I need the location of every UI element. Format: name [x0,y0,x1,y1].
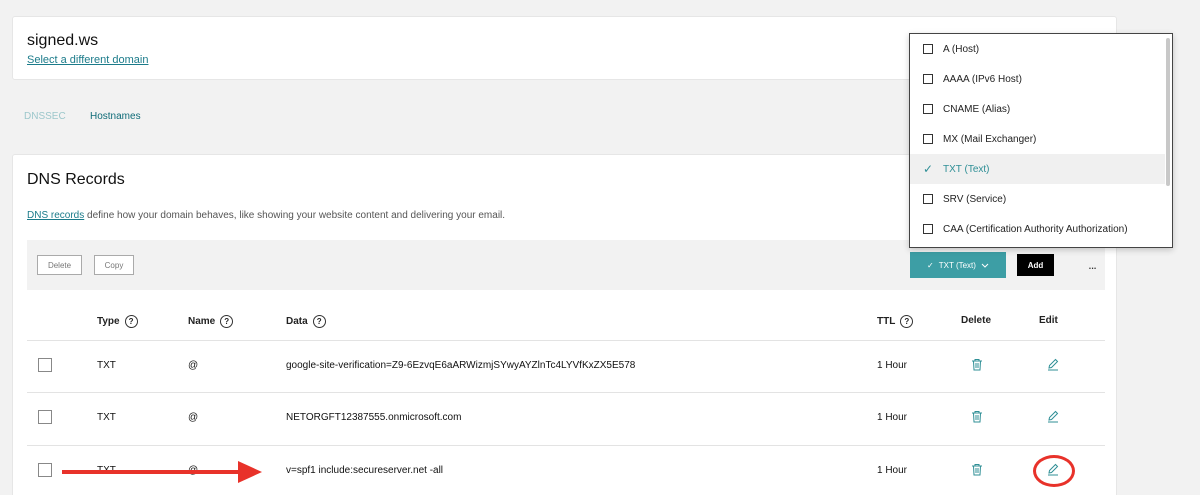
column-header-edit: Edit [1039,315,1058,326]
row-checkbox[interactable] [38,410,52,424]
dns-records-help-link[interactable]: DNS records [27,210,84,221]
dropdown-item-aaaa[interactable]: AAAA (IPv6 Host) [910,64,1165,94]
pencil-icon[interactable] [1047,358,1059,376]
annotation-arrow [62,461,262,483]
more-options-button[interactable]: ... [1084,254,1100,274]
annotation-circle [1033,455,1075,487]
record-type-filter[interactable]: ✓ TXT (Text) [910,252,1006,278]
help-icon[interactable]: ? [900,315,914,328]
dropdown-scrollbar[interactable] [1166,38,1170,186]
help-icon[interactable]: ? [312,315,326,328]
dropdown-item-label: A (Host) [943,43,980,55]
dropdown-item-mx[interactable]: MX (Mail Exchanger) [910,124,1165,154]
column-header-ttl-label: TTL [877,316,896,327]
help-icon[interactable]: ? [124,315,138,328]
dropdown-item-label: CAA (Certification Authority Authorizati… [943,223,1128,235]
checkbox-icon [923,194,933,204]
checkbox-icon [923,134,933,144]
dropdown-item-label: MX (Mail Exchanger) [943,133,1037,145]
record-name: @ [188,360,199,371]
check-icon: ✓ [923,162,934,176]
page-title: DNS Records [27,171,125,188]
trash-icon[interactable] [971,463,983,481]
column-header-data-label: Data [286,316,308,327]
check-icon: ✓ [927,260,934,270]
checkbox-icon [923,74,933,84]
records-description-text: define how your domain behaves, like sho… [84,210,506,221]
dropdown-item-label: TXT (Text) [943,163,990,175]
record-type-dropdown[interactable]: A (Host) AAAA (IPv6 Host) CNAME (Alias) … [909,33,1173,248]
column-header-type-label: Type [97,316,120,327]
add-record-button[interactable]: Add [1017,254,1054,276]
trash-icon[interactable] [971,358,983,376]
column-header-name: Name ? [188,315,234,328]
record-data: google-site-verification=Z9-6EzvqE6aARWi… [286,360,636,371]
column-header-type: Type ? [97,315,138,328]
trash-icon[interactable] [971,410,983,428]
bulk-copy-button[interactable]: Copy [94,255,134,275]
record-type: TXT [97,360,116,371]
table-row: TXT @ google-site-verification=Z9-6EzvqE… [27,340,1105,392]
tab-hostnames[interactable]: Hostnames [90,111,141,122]
checkbox-icon [923,104,933,114]
row-checkbox[interactable] [38,358,52,372]
dropdown-item-caa[interactable]: CAA (Certification Authority Authorizati… [910,214,1165,244]
dropdown-item-txt[interactable]: ✓ TXT (Text) [910,154,1165,184]
dropdown-item-label: CNAME (Alias) [943,103,1011,115]
column-header-delete: Delete [961,315,991,326]
dropdown-item-a[interactable]: A (Host) [910,34,1165,64]
column-header-data: Data ? [286,315,326,328]
domain-name: signed.ws [27,32,99,49]
chevron-down-icon [981,263,989,268]
checkbox-icon [923,224,933,234]
row-checkbox[interactable] [38,463,52,477]
pencil-icon[interactable] [1047,410,1059,428]
record-data: NETORGFT12387555.onmicrosoft.com [286,412,462,423]
column-header-ttl: TTL ? [877,315,914,328]
record-type-filter-label: TXT (Text) [938,260,976,270]
tab-dnssec[interactable]: DNSSEC [24,111,66,122]
dropdown-item-label: AAAA (IPv6 Host) [943,73,1022,85]
column-header-delete-label: Delete [961,315,992,326]
dropdown-item-label: SRV (Service) [943,193,1007,205]
column-header-edit-label: Edit [1039,315,1058,326]
record-ttl: 1 Hour [877,412,908,423]
dropdown-item-srv[interactable]: SRV (Service) [910,184,1165,214]
record-ttl: 1 Hour [877,465,908,476]
record-ttl: 1 Hour [877,360,908,371]
records-description: DNS records define how your domain behav… [27,210,505,221]
dropdown-item-cname[interactable]: CNAME (Alias) [910,94,1165,124]
record-type: TXT [97,412,116,423]
bulk-delete-button[interactable]: Delete [37,255,82,275]
record-data: v=spf1 include:secureserver.net -all [286,465,444,476]
checkbox-icon [923,44,933,54]
help-icon[interactable]: ? [220,315,234,328]
column-header-name-label: Name [188,316,216,327]
select-different-domain-link[interactable]: Select a different domain [27,54,148,66]
table-row: TXT @ NETORGFT12387555.onmicrosoft.com 1… [27,392,1105,444]
record-name: @ [188,412,199,423]
